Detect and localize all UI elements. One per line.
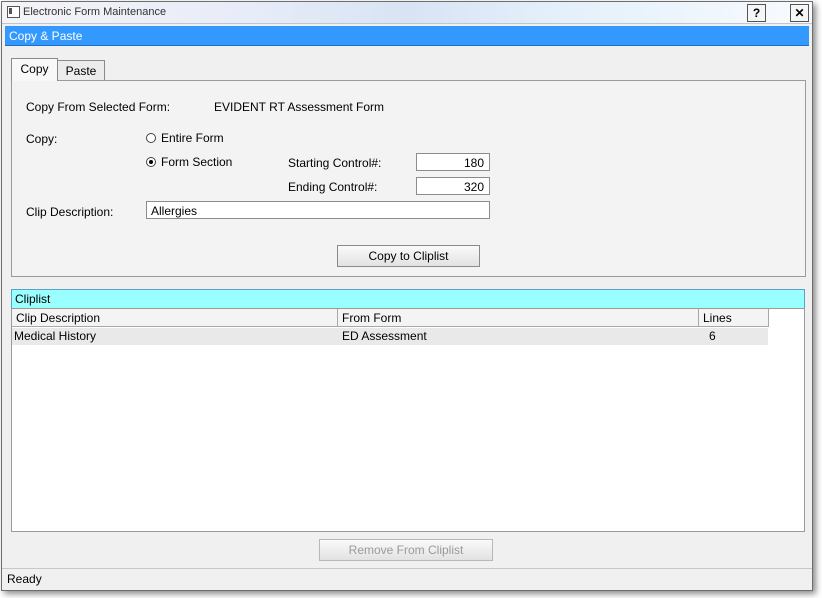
starting-control-label: Starting Control#:: [288, 156, 382, 170]
starting-control-input[interactable]: 180: [416, 153, 490, 171]
main-window: Electronic Form Maintenance ? ✕ Copy & P…: [1, 1, 813, 591]
cliplist-header: Cliplist: [11, 289, 805, 309]
panel-header: Copy & Paste: [5, 26, 809, 46]
copy-label: Copy:: [26, 132, 58, 146]
entire-form-label[interactable]: Entire Form: [161, 131, 224, 145]
window-title: Electronic Form Maintenance: [23, 6, 167, 18]
row-from-form: ED Assessment: [342, 329, 427, 343]
title-bar: Electronic Form Maintenance ? ✕: [2, 2, 812, 24]
clip-description-input[interactable]: Allergies: [146, 201, 490, 219]
column-header-clip-description[interactable]: Clip Description: [12, 309, 338, 327]
row-clip-description: Medical History: [14, 329, 97, 343]
tab-paste[interactable]: Paste: [57, 60, 105, 81]
copy-from-label: Copy From Selected Form:: [26, 100, 171, 114]
copy-from-value: EVIDENT RT Assessment Form: [214, 100, 385, 114]
copy-to-cliplist-button[interactable]: Copy to Cliplist: [337, 245, 480, 267]
help-button[interactable]: ?: [747, 4, 766, 22]
remove-from-cliplist-button[interactable]: Remove From Cliplist: [319, 539, 493, 561]
cliplist-title: Cliplist: [15, 292, 51, 306]
panel-title: Copy & Paste: [9, 29, 83, 43]
ending-control-input[interactable]: 320: [416, 177, 490, 195]
table-row[interactable]: Medical History ED Assessment 6: [12, 328, 768, 345]
form-section-radio[interactable]: [146, 157, 156, 167]
app-icon: [7, 6, 20, 18]
column-header-lines[interactable]: Lines: [699, 309, 769, 327]
close-button[interactable]: ✕: [790, 4, 809, 22]
ending-control-label: Ending Control#:: [288, 180, 378, 194]
status-text: Ready: [7, 572, 42, 586]
status-bar: Ready: [2, 568, 812, 589]
clip-description-label: Clip Description:: [26, 205, 114, 219]
entire-form-radio[interactable]: [146, 133, 156, 143]
form-section-label[interactable]: Form Section: [161, 155, 232, 169]
tab-copy[interactable]: Copy: [11, 58, 58, 81]
column-header-from-form[interactable]: From Form: [338, 309, 699, 327]
row-lines: 6: [709, 329, 716, 343]
cliplist-grid[interactable]: Clip Description From Form Lines Medical…: [11, 308, 805, 532]
copy-tab-panel: Copy From Selected Form: EVIDENT RT Asse…: [11, 80, 806, 277]
